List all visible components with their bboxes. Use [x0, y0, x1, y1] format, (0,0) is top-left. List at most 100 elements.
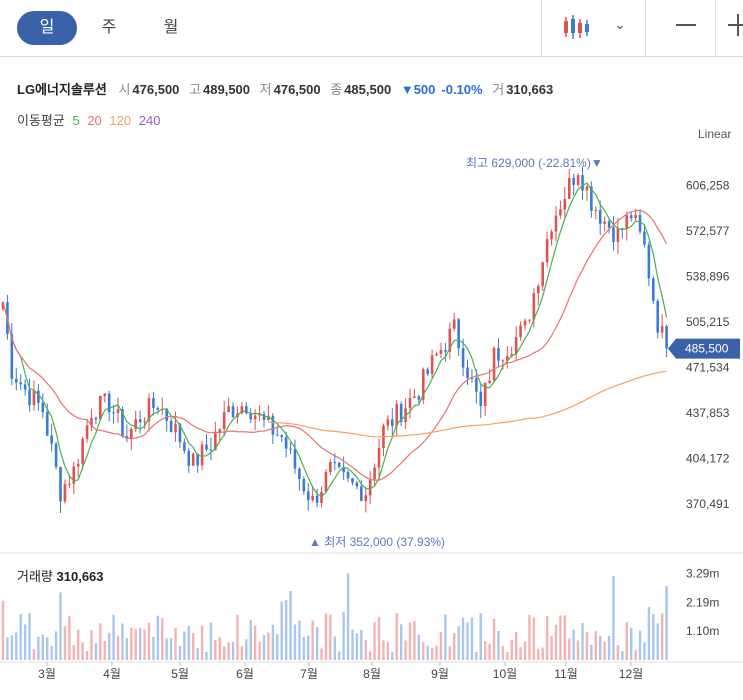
volume-bar: [276, 634, 279, 660]
volume-bar: [236, 614, 239, 660]
candle: [37, 390, 40, 403]
volume-bar: [333, 636, 336, 660]
candle: [191, 453, 195, 466]
min-annotation: ▲ 최저 352,000 (37.93%): [309, 535, 445, 549]
volume-bar: [85, 651, 89, 660]
candle: [174, 423, 177, 432]
candle: [329, 462, 332, 473]
candle: [408, 397, 412, 409]
candle: [81, 438, 84, 464]
volume-bar: [284, 600, 288, 660]
volume-bar: [439, 631, 443, 660]
volume-bar: [448, 646, 452, 660]
volume-bar: [311, 620, 314, 660]
volume-bar: [585, 632, 589, 660]
volume-bar: [94, 643, 98, 660]
volume-bar: [81, 642, 84, 660]
volume-bar: [629, 627, 633, 660]
volume-bar: [377, 616, 381, 660]
volume-bar: [559, 615, 562, 660]
volume-bar: [523, 641, 527, 660]
candle: [23, 384, 27, 390]
price-chart[interactable]: 606,258 572,577 538,896 505,215 471,534 437,8…: [0, 0, 743, 700]
volume-bar: [134, 628, 137, 660]
volume-bar: [249, 619, 252, 660]
volume-bar: [506, 651, 509, 660]
candle: [607, 221, 611, 228]
volume-bar: [253, 625, 257, 660]
volume-bar: [514, 631, 518, 660]
volume-tick-label: 1.10m: [686, 624, 719, 638]
volume-bar: [1, 600, 5, 660]
candle: [324, 472, 328, 492]
volume-bar: [599, 636, 602, 660]
candle: [466, 367, 469, 378]
volume-bar: [665, 586, 668, 660]
volume-bar: [59, 592, 62, 660]
candle: [72, 466, 76, 484]
volume-bar: [320, 648, 323, 660]
candle: [390, 419, 394, 426]
candle: [306, 491, 310, 501]
volume-bar: [483, 641, 487, 660]
volume-bar: [147, 622, 151, 660]
volume-bar: [178, 645, 182, 660]
candle: [563, 198, 567, 210]
volume-bar: [342, 612, 345, 660]
volume-bar: [245, 639, 248, 660]
volume-bar: [293, 624, 297, 660]
x-tick-label: 8월: [363, 667, 381, 681]
volume-bar: [258, 642, 261, 660]
volume-bar: [466, 622, 469, 660]
volume-bar: [10, 635, 14, 660]
y-tick-label: 404,172: [686, 451, 730, 465]
x-tick-label: 7월: [300, 667, 318, 681]
candle: [559, 209, 562, 216]
volume-bar: [563, 615, 567, 660]
volume-bar: [50, 646, 53, 660]
volume-bar: [54, 631, 58, 660]
candle: [652, 278, 655, 301]
max-annotation: 최고 629,000 (-22.81%)▼: [466, 156, 603, 170]
volume-bar: [590, 644, 593, 660]
volume-bar: [63, 626, 67, 660]
volume-bar: [19, 613, 22, 660]
volume-bar: [519, 647, 522, 660]
volume-bar: [143, 629, 146, 660]
volume-bar: [262, 635, 266, 660]
candle: [439, 350, 443, 354]
candle: [426, 369, 429, 374]
volume-bar: [324, 613, 328, 660]
volume-bar: [271, 624, 275, 660]
volume-tick-label: 3.29m: [686, 566, 719, 580]
candle: [528, 319, 531, 321]
volume-bar: [205, 651, 208, 660]
candle: [94, 417, 98, 420]
candle: [231, 406, 235, 418]
volume-bar: [360, 629, 363, 660]
candle: [572, 177, 575, 185]
candle: [523, 320, 527, 326]
candle: [351, 478, 354, 483]
volume-bar: [497, 630, 500, 660]
volume-bar: [32, 649, 36, 660]
x-tick-label: 4월: [103, 667, 121, 681]
candle: [227, 406, 230, 413]
candle: [656, 300, 660, 333]
candle: [576, 175, 580, 185]
candle: [129, 429, 133, 439]
volume-bar: [169, 638, 173, 660]
volume-bar: [355, 633, 359, 660]
candle: [28, 389, 31, 406]
volume-bar: [72, 645, 75, 660]
candle: [59, 466, 62, 502]
candle: [63, 484, 67, 502]
candle: [475, 377, 478, 392]
volume-bar: [554, 624, 558, 660]
volume-bar: [581, 623, 584, 660]
candle: [479, 391, 483, 407]
candle: [253, 415, 257, 420]
volume-bar: [231, 641, 235, 660]
candle: [554, 215, 558, 232]
volume-bar: [413, 621, 416, 660]
